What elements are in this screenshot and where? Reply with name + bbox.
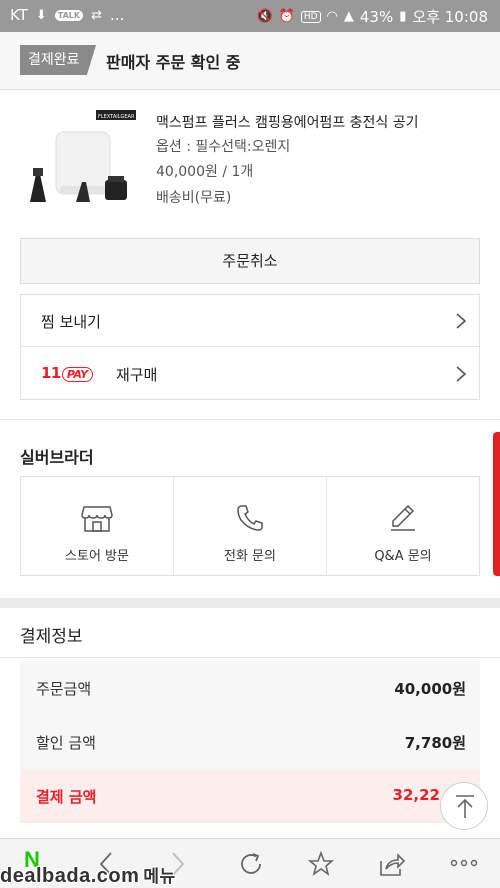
rebuy-row[interactable]: 11 PAY 재구매: [21, 348, 479, 400]
more-options-icon[interactable]: [450, 859, 478, 867]
qna-inquiry-button[interactable]: Q&A 문의: [327, 477, 479, 575]
order-status-header: 결제완료 판매자 주문 확인 중: [0, 32, 500, 90]
alarm-icon: ⏰: [278, 9, 295, 24]
rebuy-label: 재구매: [116, 366, 158, 384]
site-watermark: dealbada.com 메뉴: [0, 865, 176, 887]
more-notifications: ...: [109, 6, 125, 24]
mute-icon: 🔇: [256, 9, 273, 24]
carrier-label: KT: [10, 6, 28, 24]
order-amount-value: 40,000원: [394, 680, 466, 698]
phone-inquiry-label: 전화 문의: [224, 549, 276, 564]
total-amount-label: 결제 금액: [36, 788, 97, 806]
clock: 오후 10:08: [412, 8, 488, 26]
sync-icon: ⇄: [91, 7, 102, 23]
signal-icon: ▲: [343, 9, 354, 24]
battery-level: 43%: [359, 7, 394, 26]
pencil-icon: [391, 504, 415, 531]
battery-icon: ▮: [399, 9, 407, 24]
hd-icon: HD: [300, 10, 321, 23]
product-image[interactable]: FLEXTAILGEAR: [20, 102, 140, 226]
product-option: 옵션 : 필수선택:오렌지: [156, 139, 291, 155]
share-icon[interactable]: [378, 851, 406, 877]
order-actions-list: 찜 보내기 11 PAY 재구매: [20, 294, 480, 400]
payment-divider: [0, 657, 500, 658]
send-wishlist-row[interactable]: 찜 보내기: [21, 295, 479, 347]
wifi-icon: ◠: [326, 9, 338, 24]
store-actions: 스토어 방문 전화 문의 Q&A 문의: [20, 476, 480, 576]
product-name[interactable]: 맥스펌프 플러스 캠핑용에어펌프 충전식 공기: [156, 112, 419, 132]
discount-value: 7,780원: [404, 734, 466, 752]
arrow-up-icon: [456, 795, 474, 818]
product-image-logo: FLEXTAILGEAR: [98, 114, 135, 120]
visit-store-label: 스토어 방문: [65, 549, 129, 564]
send-wishlist-label: 찜 보내기: [41, 313, 101, 331]
cancel-order-button[interactable]: 주문취소: [20, 238, 480, 284]
order-amount-label: 주문금액: [36, 680, 92, 698]
total-amount-value: 32,22: [392, 786, 440, 804]
product-price: 40,000원 / 1개: [156, 164, 254, 180]
visit-store-button[interactable]: 스토어 방문: [21, 477, 174, 575]
shipping-fee: 배송비(무료): [156, 190, 232, 206]
11pay-logo: 11 PAY: [41, 364, 93, 382]
side-tab-handle[interactable]: [493, 432, 500, 576]
chevron-right-icon: [456, 366, 467, 382]
scroll-to-top-button[interactable]: [440, 782, 488, 830]
order-amount-row: 주문금액 40,000원: [20, 661, 480, 715]
store-name[interactable]: 실버브라더: [20, 444, 94, 468]
order-status-title: 판매자 주문 확인 중: [106, 53, 241, 72]
download-icon: ⬇: [35, 7, 47, 23]
status-bar: KT ⬇ TALK ⇄ ... 🔇 ⏰ HD ◠ ▲ 43% ▮ 오후 10:0…: [0, 0, 500, 32]
store-icon: [81, 506, 113, 532]
phone-icon: [237, 505, 263, 531]
refresh-icon[interactable]: [238, 851, 264, 877]
phone-inquiry-button[interactable]: 전화 문의: [174, 477, 327, 575]
payment-info-title: 결제정보: [20, 627, 83, 647]
total-amount-row: 결제 금액 32,22: [20, 769, 480, 823]
payment-complete-badge: 결제완료: [20, 45, 96, 75]
chevron-right-icon: [456, 313, 467, 329]
discount-label: 할인 금액: [36, 734, 96, 752]
talk-icon: TALK: [54, 9, 84, 21]
bookmark-star-icon[interactable]: [308, 851, 334, 877]
discount-row: 할인 금액 7,780원: [20, 715, 480, 769]
qna-inquiry-label: Q&A 문의: [374, 549, 432, 564]
menu-label: 메뉴: [143, 867, 176, 886]
section-divider: [0, 419, 500, 420]
